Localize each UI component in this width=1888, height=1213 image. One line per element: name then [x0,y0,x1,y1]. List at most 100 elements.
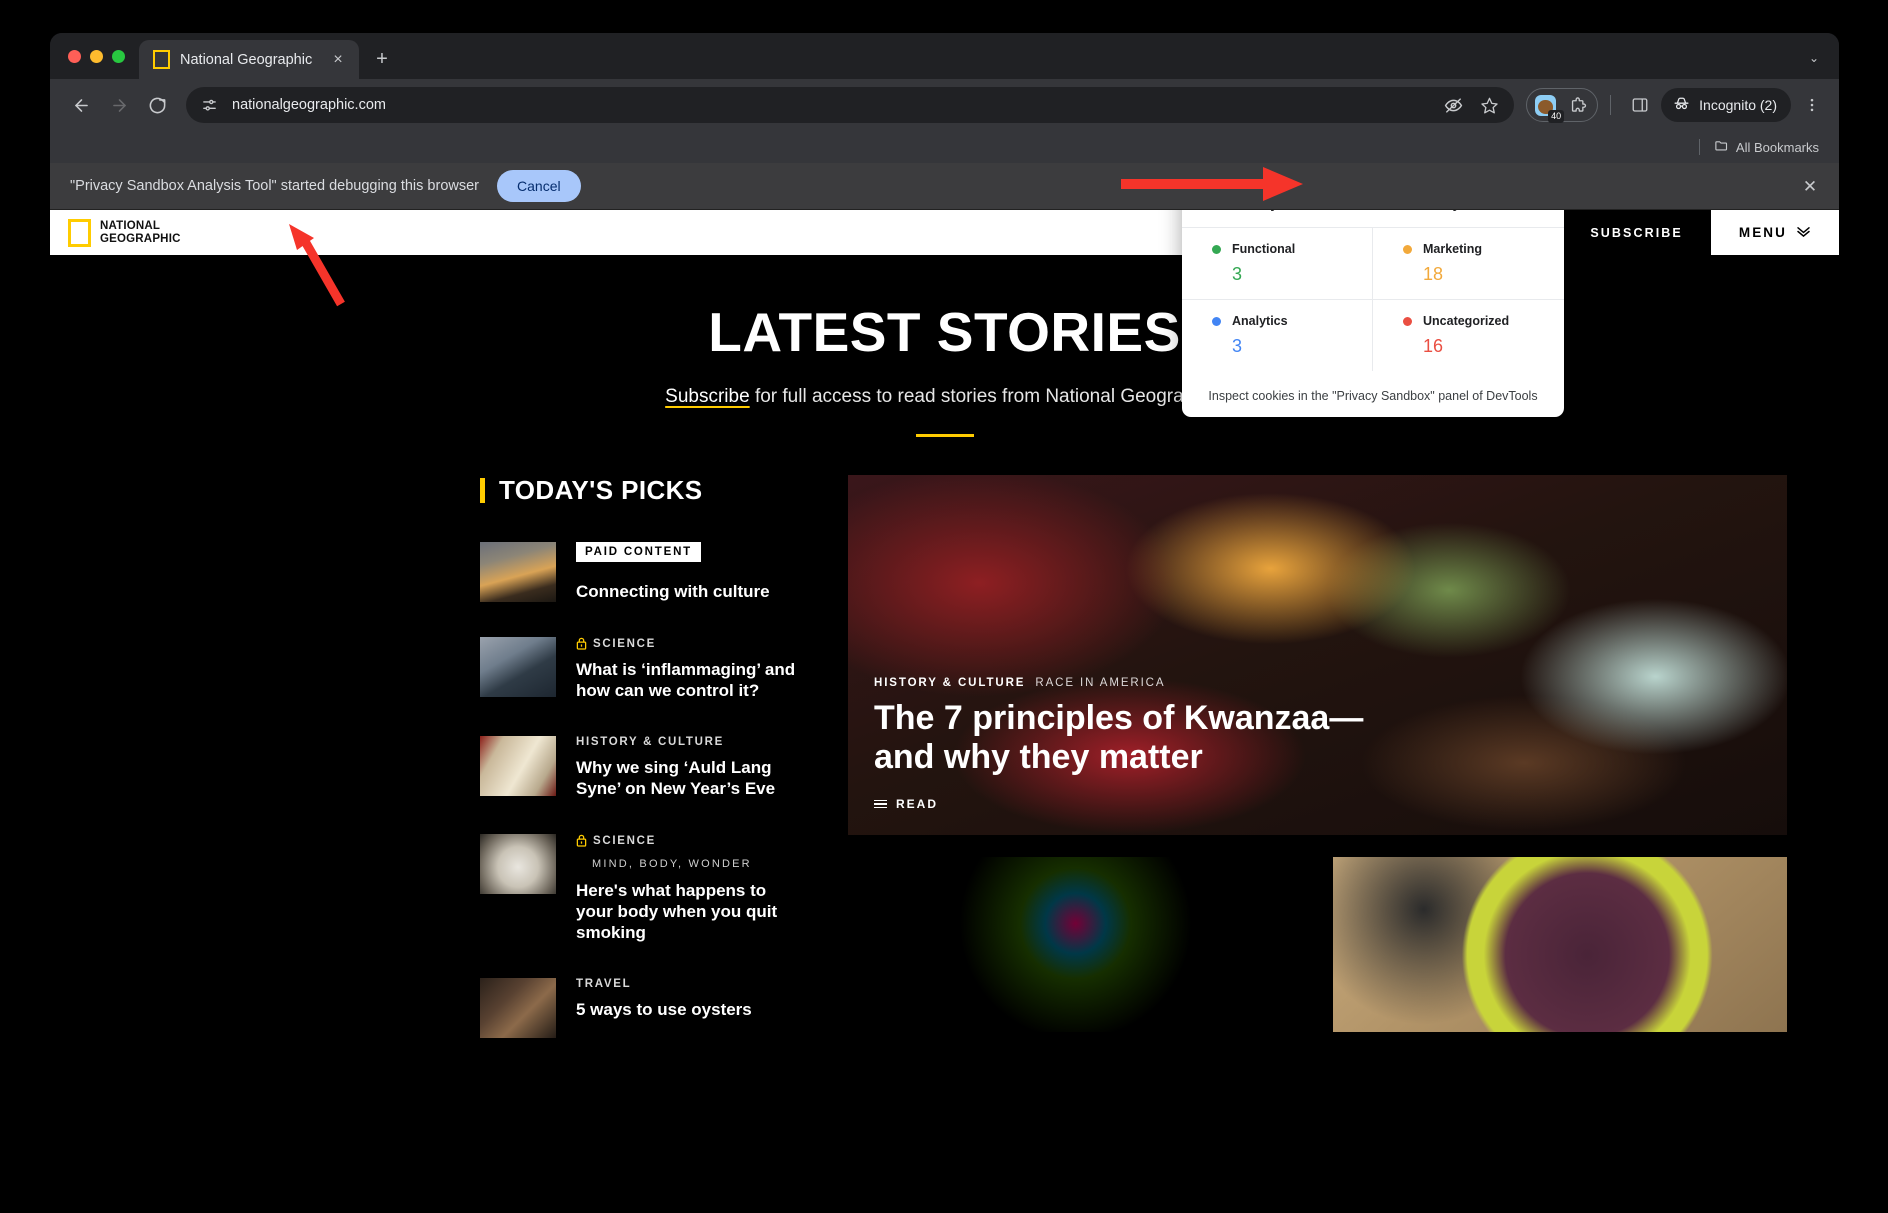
tab-strip: National Geographic × + ⌄ [50,33,1839,79]
incognito-profile-button[interactable]: Incognito (2) [1661,88,1791,122]
read-label: READ [896,797,939,811]
reload-button[interactable] [140,88,174,122]
browser-tab[interactable]: National Geographic × [139,40,359,79]
subscribe-button[interactable]: SUBSCRIBE [1562,210,1711,255]
close-window-button[interactable] [68,49,81,63]
extensions-group: 40 [1526,88,1599,123]
profile-label: Incognito (2) [1699,97,1777,113]
article-thumbnail[interactable] [480,736,556,796]
category-name: Marketing [1423,242,1483,256]
content-grid: TODAY'S PICKS PAID CONTENT Connecting wi… [50,475,1839,1073]
category-name: Analytics [1232,314,1288,328]
hero-kicker-secondary: RACE IN AMERICA [1035,677,1166,689]
article-thumbnail[interactable] [480,834,556,894]
list-item[interactable]: SCIENCE MIND, BODY, WONDER Here's what h… [480,834,800,943]
menu-button[interactable]: MENU [1710,210,1839,255]
category-color-dot [1212,244,1221,254]
kicker-label: TRAVEL [576,978,632,990]
site-settings-icon[interactable] [196,92,222,118]
lock-icon [576,834,587,847]
hero-article-card[interactable]: HISTORY & CULTURE RACE IN AMERICA The 7 p… [848,475,1787,835]
infobar-message: "Privacy Sandbox Analysis Tool" started … [70,178,480,194]
picks-title: TODAY'S PICKS [499,475,703,505]
picks-header: TODAY'S PICKS [480,475,800,506]
three-dot-menu-icon[interactable] [1795,88,1829,122]
title-underline-rule [915,434,974,437]
list-item[interactable]: SCIENCE What is ‘inflammaging’ and how c… [480,637,800,701]
bookmark-star-icon[interactable] [1472,88,1506,122]
new-tab-button[interactable]: + [365,42,399,76]
natgeo-rectangle-icon [68,218,91,247]
folder-icon [1714,138,1729,156]
natgeo-logo[interactable]: NATIONAL GEOGRAPHIC [50,210,181,255]
hero-headline[interactable]: The 7 principles of Kwanzaa—and why they… [874,699,1394,777]
secondary-cards-row [848,857,1787,1032]
category-name: Uncategorized [1423,314,1510,328]
lock-icon [576,637,587,650]
legend-item-analytics: Analytics 3 [1182,299,1373,371]
chevron-down-icon [1796,225,1811,240]
natgeo-site-header: NATIONAL GEOGRAPHIC SUBSCRIBE MENU [50,210,1839,255]
bookmarks-divider [1698,139,1700,155]
list-item[interactable]: TRAVEL 5 ways to use oysters [480,978,800,1038]
third-party-label: 3rd Party Cookies i [1402,210,1536,211]
category-value: 3 [1232,264,1243,284]
read-lines-icon [874,799,887,809]
cookie-count-badge: 40 [1548,110,1565,123]
minimize-window-button[interactable] [90,49,103,63]
browser-toolbar: nationalgeographic.com 40 Incognito (2) [50,79,1839,131]
article-headline[interactable]: Here's what happens to your body when yo… [576,880,800,943]
page-subtitle: Subscribe for full access to read storie… [50,386,1839,408]
url-text[interactable]: nationalgeographic.com [232,97,1426,113]
article-thumbnail[interactable] [480,978,556,1038]
first-party-donut-group: 27 1st Party Cookies [1182,210,1373,211]
article-thumbnail[interactable] [480,542,556,602]
article-kicker: HISTORY & CULTURE [576,736,800,748]
forward-button[interactable] [102,88,136,122]
todays-picks-column: TODAY'S PICKS PAID CONTENT Connecting wi… [480,475,800,1073]
article-subkicker: MIND, BODY, WONDER [592,858,752,870]
secondary-article-card[interactable] [848,857,1303,1032]
read-link[interactable]: READ [874,797,1761,811]
hero-kicker-primary: HISTORY & CULTURE [874,677,1026,689]
article-headline[interactable]: Connecting with culture [576,581,800,602]
privacy-sandbox-cookie-extension-button[interactable]: 40 [1529,90,1565,123]
extensions-puzzle-icon[interactable] [1561,88,1595,122]
address-bar[interactable]: nationalgeographic.com [186,87,1515,123]
window-controls[interactable] [64,33,139,79]
category-name: Functional [1232,242,1296,256]
cookie-category-legend: Functional 3 Marketing 18 Analytics 3 Un… [1182,227,1564,371]
donut-charts: 27 1st Party Cookies 13 [1182,210,1564,211]
article-headline[interactable]: What is ‘inflammaging’ and how can we co… [576,659,800,701]
debug-infobar: "Privacy Sandbox Analysis Tool" started … [50,163,1839,210]
page-content: NATIONAL GEOGRAPHIC SUBSCRIBE MENU LATES… [50,210,1839,1134]
all-bookmarks-label: All Bookmarks [1735,139,1819,155]
subtitle-rest: for full access to read stories from Nat… [749,386,1224,407]
all-bookmarks-button[interactable]: All Bookmarks [1708,135,1825,159]
close-icon[interactable]: ✕ [1797,173,1823,199]
natgeo-favicon-icon [153,50,170,69]
secondary-article-card[interactable] [1332,857,1787,1032]
logo-line-2: GEOGRAPHIC [100,232,181,245]
list-item[interactable]: HISTORY & CULTURE Why we sing ‘Auld Lang… [480,736,800,799]
category-color-dot [1403,316,1412,326]
article-headline[interactable]: Why we sing ‘Auld Lang Syne’ on New Year… [576,757,800,799]
back-button[interactable] [64,88,98,122]
article-headline[interactable]: 5 ways to use oysters [576,999,800,1020]
cancel-button[interactable]: Cancel [497,170,581,202]
menu-label: MENU [1738,225,1787,240]
first-party-label: 1st Party Cookies [1221,210,1334,211]
article-kicker: SCIENCE [576,834,800,847]
category-value: 3 [1232,336,1243,356]
chevron-down-icon[interactable]: ⌄ [1801,45,1827,71]
side-panel-icon[interactable] [1623,88,1657,122]
list-item[interactable]: PAID CONTENT Connecting with culture [480,542,800,602]
eye-slash-icon[interactable] [1436,88,1470,122]
popup-footer-text: Inspect cookies in the "Privacy Sandbox"… [1208,389,1538,403]
close-tab-icon[interactable]: × [327,49,349,71]
kicker-label: SCIENCE [593,834,657,847]
legend-item-uncategorized: Uncategorized 16 [1373,299,1564,371]
subscribe-link[interactable]: Subscribe [665,386,750,407]
maximize-window-button[interactable] [112,49,125,63]
article-thumbnail[interactable] [480,637,556,697]
